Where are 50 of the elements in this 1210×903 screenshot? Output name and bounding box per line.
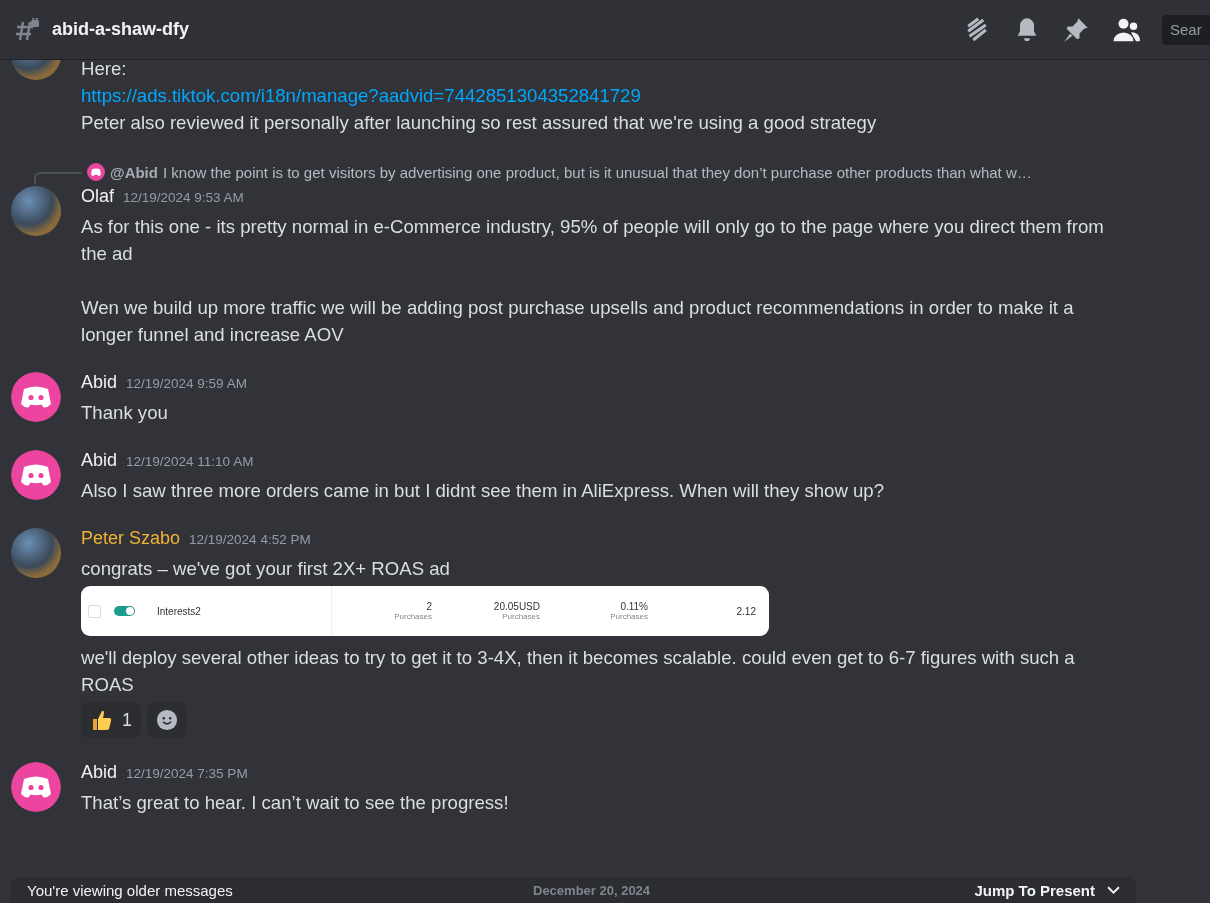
search-field[interactable]: Sear <box>1162 14 1210 45</box>
username[interactable]: Olaf <box>81 186 114 207</box>
message-text: As for this one - its pretty normal in e-Commerce industry, 95% of people will only go to the page where you direct them from the ad <box>81 215 1105 266</box>
discord-avatar-icon[interactable] <box>11 762 61 812</box>
avatar-photo-placeholder[interactable] <box>11 528 61 578</box>
metric-label: Purchases <box>502 612 540 621</box>
avatar-photo-placeholder[interactable] <box>11 186 61 236</box>
chevron-down-icon <box>1107 885 1120 895</box>
metric-value: 0.11% <box>620 601 648 612</box>
message-text: we'll deploy several other ideas to try to get it to 3-4X, then it becomes scalable. could even get to 6-7 figures with such a ROAS <box>81 646 1076 697</box>
date-divider: December 20, 2024 <box>533 882 651 898</box>
username[interactable]: Abid <box>81 450 118 471</box>
message-text: Here: <box>81 60 128 81</box>
timestamp: 12/19/2024 11:10 AM <box>126 454 254 469</box>
pin-icon[interactable] <box>1062 15 1090 44</box>
metric-label: Purchases <box>394 612 432 621</box>
reply-author[interactable]: @Abid <box>110 163 158 181</box>
timestamp: 12/19/2024 7:35 PM <box>126 766 248 781</box>
discord-avatar-icon[interactable] <box>11 372 61 422</box>
message-text: That’s great to hear. I can’t wait to see the progress! <box>81 791 510 815</box>
message-text: Also I saw three more orders came in but I didnt see them in AliExpress. When will they show up? <box>81 479 885 503</box>
add-reaction-button[interactable] <box>147 702 187 738</box>
metric-value: 2 <box>426 601 432 612</box>
message-link[interactable]: https://ads.tiktok.com/i18n/manage?aadvid=7442851304352841729 <box>81 82 1130 109</box>
discord-avatar-icon[interactable] <box>11 450 61 500</box>
username[interactable]: Peter Szabo <box>81 528 181 549</box>
thumbs-up-icon <box>90 708 114 732</box>
reply-connector-line <box>34 172 82 184</box>
jump-to-present-button[interactable]: Jump To Present <box>974 881 1120 899</box>
username[interactable]: Abid <box>81 762 118 783</box>
metric-value: 20.05USD <box>493 601 540 612</box>
older-messages-notice: You're viewing older messages <box>27 881 233 899</box>
attached-screenshot[interactable]: Interests2 2 Purchases 20.05USD Purchases 0.11% Purchases 2.12 <box>81 586 769 636</box>
timestamp: 12/19/2024 9:59 AM <box>126 376 247 391</box>
message-text: congrats – we've got your first 2X+ ROAS ad <box>81 557 451 581</box>
reaction-button[interactable]: 1 <box>81 702 141 738</box>
discord-avatar-icon <box>87 163 105 181</box>
smiley-icon <box>156 709 178 731</box>
metric-value: 2.12 <box>736 605 756 617</box>
locked-channel-icon <box>14 17 40 42</box>
reply-preview[interactable]: I know the point is to get visitors by advertising one product, but is it unusual that they don’t purchase other products than what w… <box>162 163 1032 181</box>
message-text: Peter also reviewed it personally after launching so rest assured that we're using a good strategy <box>81 111 878 135</box>
message-text: Wen we build up more traffic we will be adding post purchase upsells and product recommendations in order to make it a longer funnel and increase AOV <box>81 296 1075 347</box>
metric-label: Purchases <box>610 612 648 621</box>
message-text: Thank you <box>81 401 169 425</box>
timestamp: 12/19/2024 4:52 PM <box>189 532 311 547</box>
channel-name: abid-a-shaw-dfy <box>52 19 189 40</box>
ad-group-name: Interests2 <box>157 605 202 617</box>
timestamp: 12/19/2024 9:53 AM <box>123 190 244 205</box>
username[interactable]: Abid <box>81 372 118 393</box>
